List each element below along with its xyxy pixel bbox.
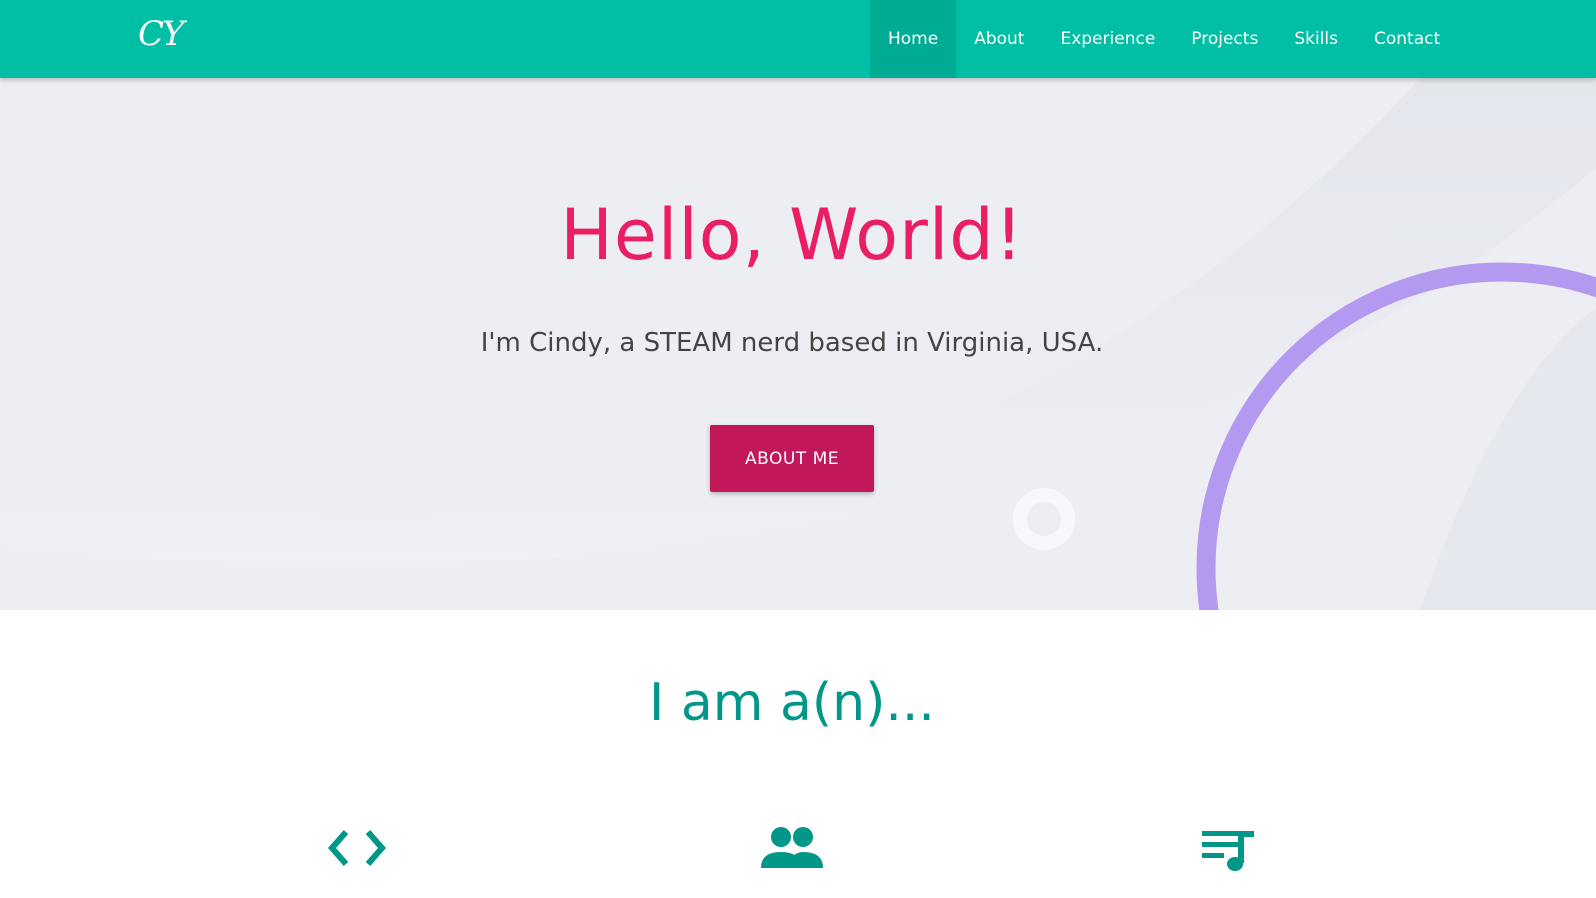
hero-subtitle: I'm Cindy, a STEAM nerd based in Virgini… — [480, 328, 1104, 358]
nav-item-projects[interactable]: Projects — [1173, 0, 1276, 78]
roles-title: I am a(n)... — [649, 673, 935, 733]
hero-section: Hello, World! I'm Cindy, a STEAM nerd ba… — [0, 78, 1596, 610]
people-icon — [761, 826, 823, 870]
logo[interactable]: CY — [138, 14, 184, 54]
nav-item-contact[interactable]: Contact — [1356, 0, 1458, 78]
nav-item-about[interactable]: About — [956, 0, 1042, 78]
about-me-button[interactable]: ABOUT ME — [710, 425, 874, 492]
nav-item-skills[interactable]: Skills — [1276, 0, 1356, 78]
small-ring-decoration — [1013, 488, 1075, 550]
hero-title: Hello, World! — [560, 194, 1024, 276]
nav-item-experience[interactable]: Experience — [1042, 0, 1173, 78]
nav-item-home[interactable]: Home — [870, 0, 957, 78]
playlist-music-icon — [1202, 828, 1258, 872]
nav-links: Home About Experience Projects Skills Co… — [870, 0, 1458, 78]
navbar: CY Home About Experience Projects Skills… — [0, 0, 1596, 78]
code-icon — [328, 828, 386, 868]
